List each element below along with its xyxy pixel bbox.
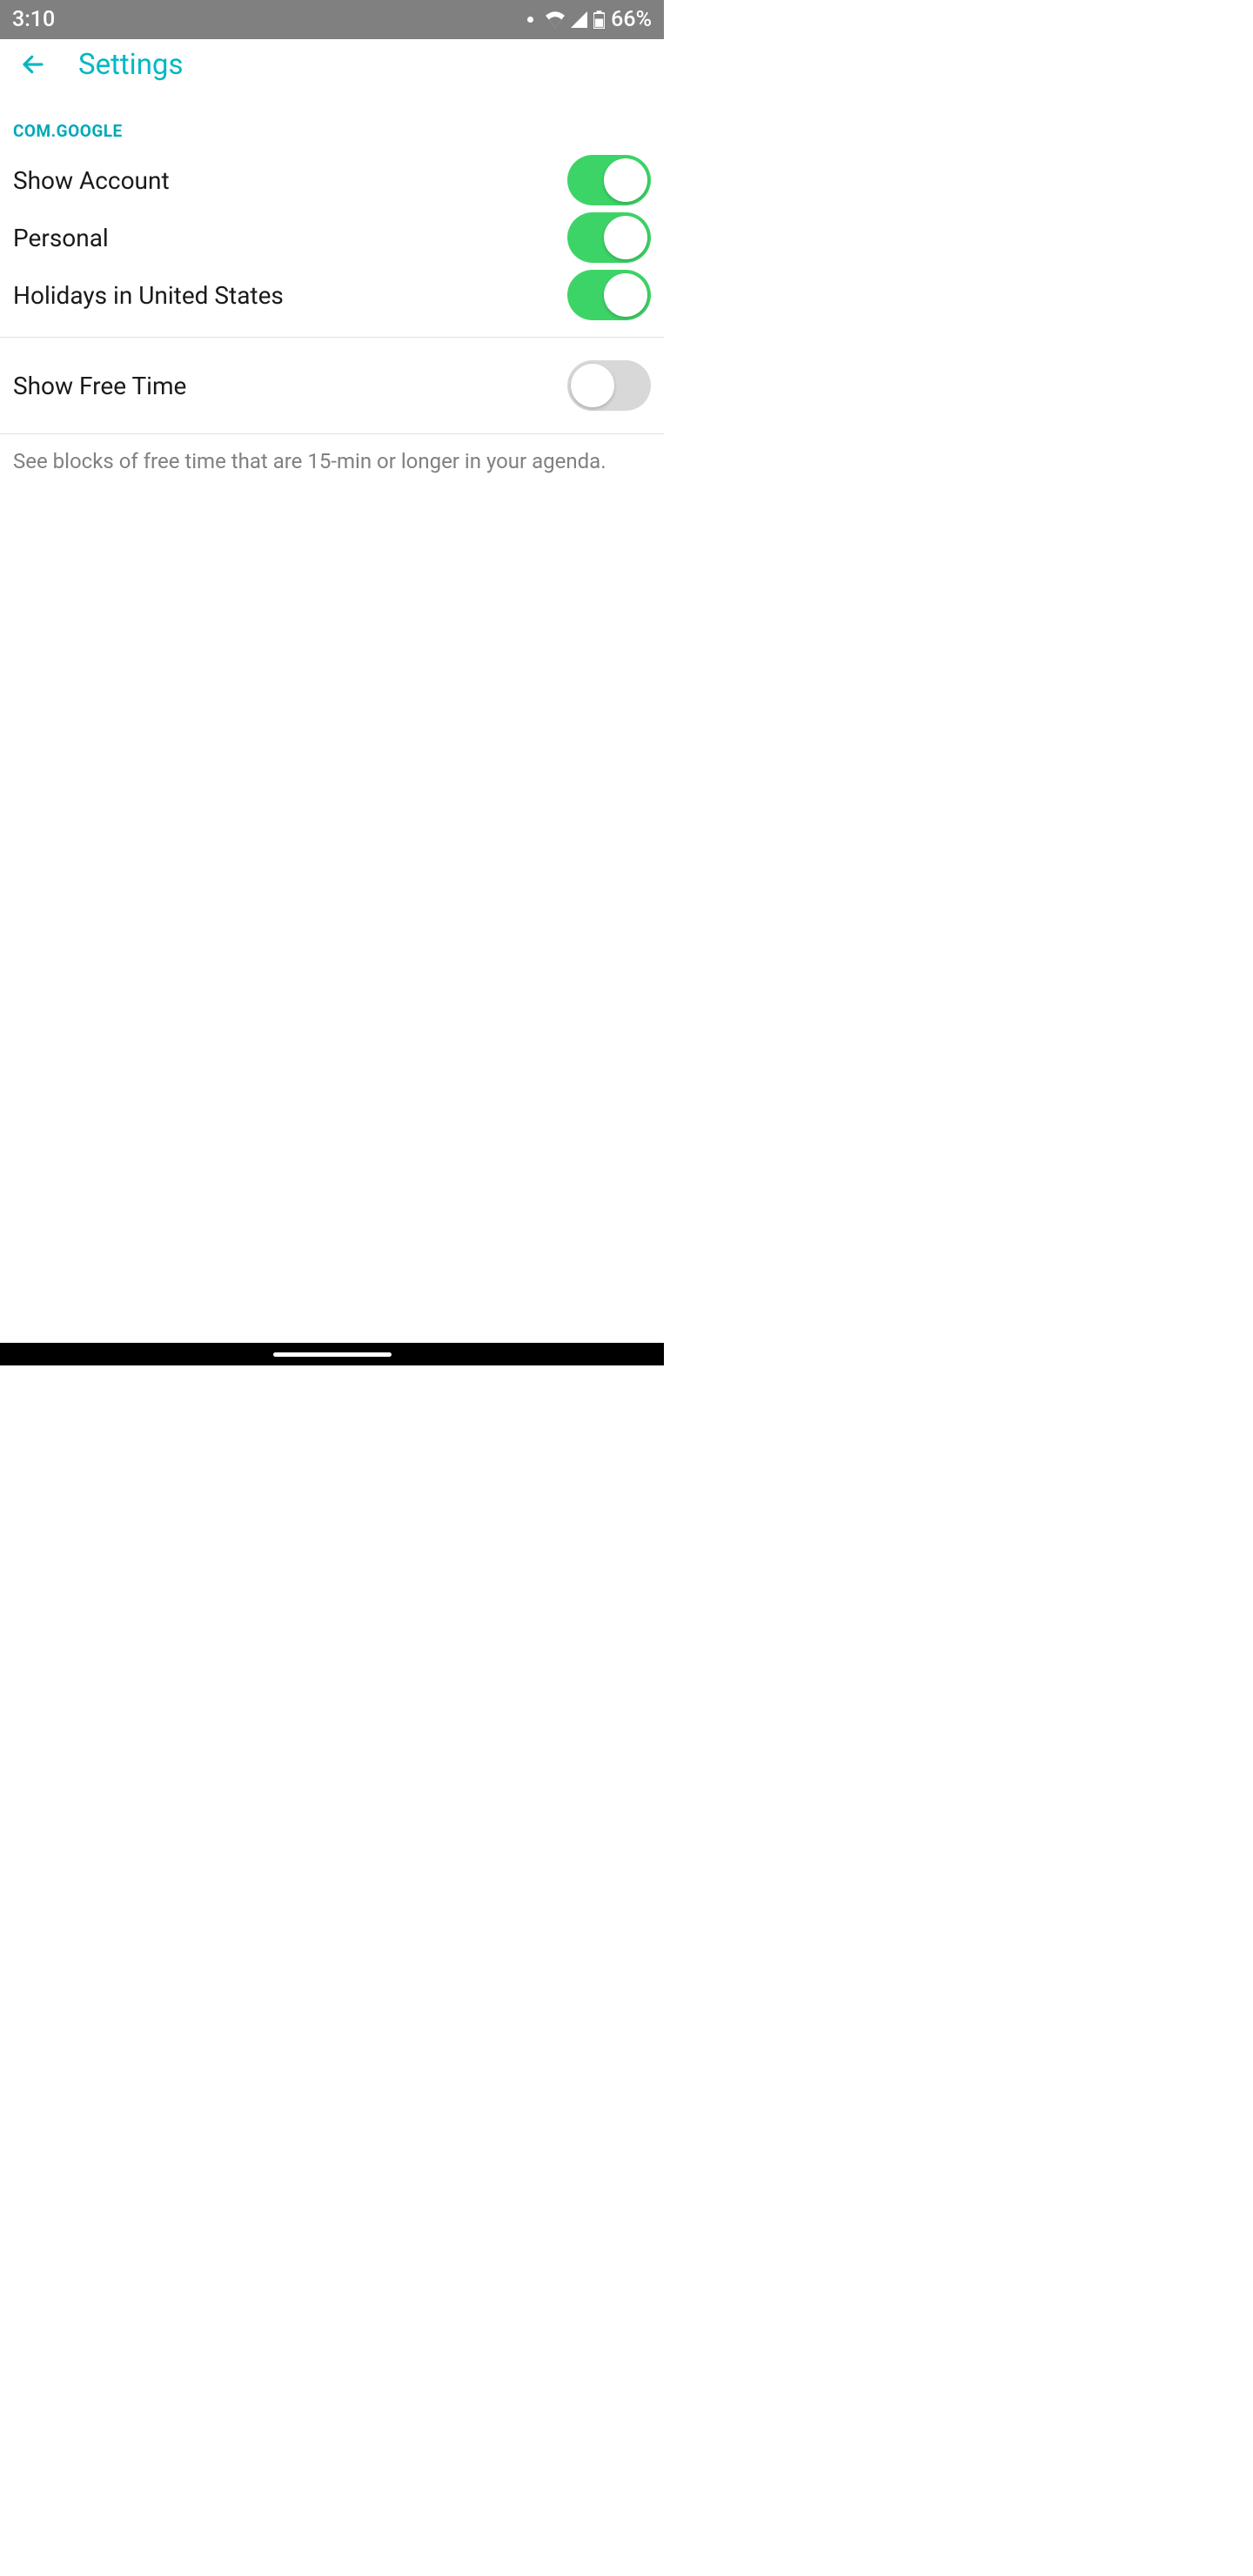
app-bar: Settings: [0, 39, 664, 90]
notification-dot-icon: [527, 17, 533, 23]
status-right: 66%: [527, 7, 652, 32]
footer-description: See blocks of free time that are 15-min …: [0, 434, 664, 490]
back-arrow-icon: [20, 51, 46, 77]
battery-icon: [593, 10, 605, 29]
toggle-show-account[interactable]: [567, 155, 651, 205]
status-battery: 66%: [611, 7, 652, 32]
nav-bar: [0, 1343, 664, 1365]
content-area: COM.GOOGLE Show Account Personal Holiday…: [0, 90, 664, 1365]
nav-handle[interactable]: [273, 1352, 392, 1357]
setting-label: Holidays in United States: [13, 281, 284, 310]
setting-label: Show Free Time: [13, 372, 186, 400]
setting-row-free-time[interactable]: Show Free Time: [0, 357, 664, 414]
toggle-personal[interactable]: [567, 212, 651, 263]
setting-row-holidays[interactable]: Holidays in United States: [0, 266, 664, 324]
setting-row-show-account[interactable]: Show Account: [0, 151, 664, 209]
toggle-thumb: [604, 273, 647, 317]
divider: [0, 337, 664, 338]
status-bar: 3:10 66%: [0, 0, 664, 39]
toggle-thumb: [604, 158, 647, 202]
page-title: Settings: [78, 48, 184, 82]
signal-icon: [571, 11, 587, 28]
setting-label: Personal: [13, 224, 109, 252]
toggle-thumb: [604, 216, 647, 259]
toggle-free-time[interactable]: [567, 360, 651, 411]
wifi-icon: [546, 11, 565, 28]
section-header-account: COM.GOOGLE: [0, 90, 664, 151]
toggle-holidays[interactable]: [567, 270, 651, 320]
toggle-thumb: [571, 364, 614, 407]
back-button[interactable]: [16, 47, 50, 82]
status-time: 3:10: [12, 7, 55, 32]
setting-label: Show Account: [13, 166, 170, 195]
setting-row-personal[interactable]: Personal: [0, 209, 664, 266]
